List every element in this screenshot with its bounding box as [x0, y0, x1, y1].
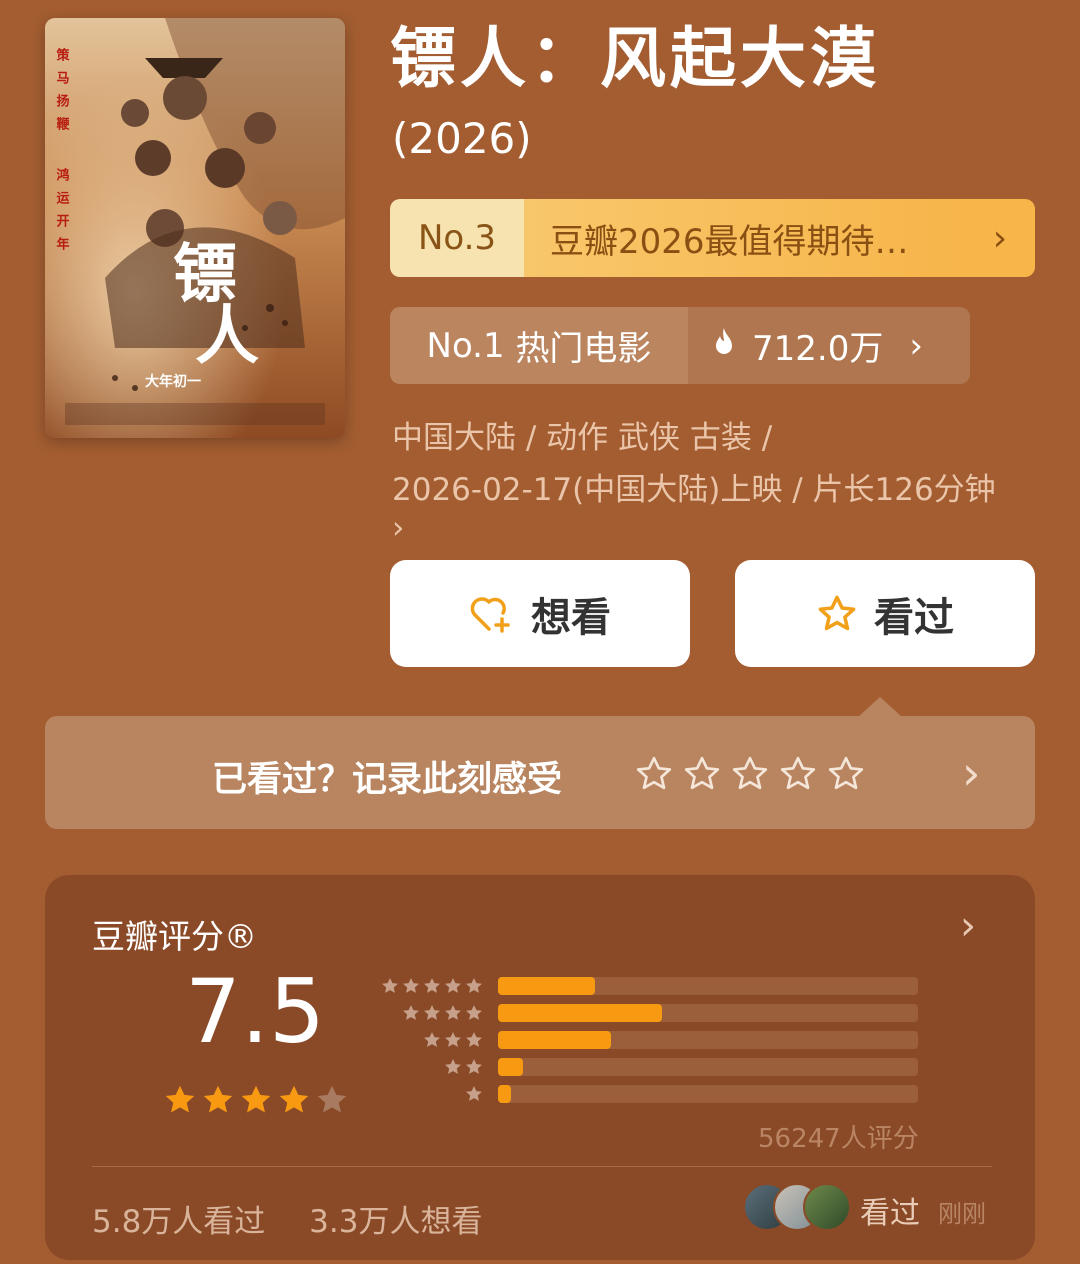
chevron-right-icon: ›: [909, 325, 923, 366]
row-stars: [380, 976, 484, 996]
row-stars: [380, 1057, 484, 1077]
row-stars: [380, 1003, 484, 1023]
star-icon: [466, 1059, 482, 1074]
chevron-right-icon[interactable]: ›: [960, 903, 976, 949]
rating-distribution-row: [380, 976, 918, 996]
chevron-right-icon: ›: [965, 199, 1035, 277]
heart-plus-icon: [470, 596, 510, 633]
avatar: [803, 1183, 851, 1231]
friend-avatars[interactable]: [743, 1183, 851, 1231]
meta-release-line: 2026-02-17(中国大陆)上映 / 片长126分钟: [392, 472, 996, 508]
star-icon: [445, 978, 461, 993]
distribution-bar-fill: [498, 977, 595, 995]
distribution-bar-track: [498, 1058, 918, 1076]
star-icon: [279, 1085, 309, 1113]
distribution-bar-track: [498, 977, 918, 995]
distribution-bar-fill: [498, 1085, 511, 1103]
movie-poster[interactable]: 镖 人 策马扬鞭 鸿运开年 大年初一: [45, 18, 345, 438]
poster-release-tag: 大年初一: [145, 373, 201, 390]
watched-button[interactable]: 看过: [735, 560, 1035, 667]
poster-side-line-1: 策马扬鞭: [54, 47, 70, 140]
distribution-bar-track: [498, 1004, 918, 1022]
distribution-bar-track: [498, 1031, 918, 1049]
audience-stats: 5.8万人看过 3.3万人想看: [92, 1196, 516, 1241]
distribution-bar-fill: [498, 1031, 612, 1049]
rate-prompt-text: 已看过？记录此刻感受: [212, 760, 563, 800]
row-stars: [380, 1084, 484, 1104]
chevron-right-icon[interactable]: ›: [962, 746, 980, 800]
row-stars: [380, 1030, 484, 1050]
watched-count[interactable]: 5.8万人看过: [92, 1204, 265, 1240]
rating-count: 56247人评分: [758, 1124, 919, 1154]
meta-genre-line: 中国大陆 / 动作 武侠 古装 /: [392, 420, 773, 456]
star-outline-icon[interactable]: [634, 754, 674, 794]
star-outline-icon[interactable]: [778, 754, 818, 794]
rating-distribution-row: [380, 1057, 918, 1077]
rating-distribution-row: [380, 1084, 918, 1104]
poster-title-char-2: 人: [195, 299, 259, 374]
star-icon: [466, 1032, 482, 1047]
watched-label: 看过: [874, 594, 954, 641]
distribution-bar-fill: [498, 1004, 662, 1022]
fire-icon: [712, 327, 736, 364]
star-icon: [424, 1005, 440, 1020]
heat-value: 712.0万: [752, 329, 884, 369]
distribution-bar-track: [498, 1085, 918, 1103]
star-outline-icon: [818, 595, 856, 630]
score-title: 豆瓣评分®: [92, 917, 257, 956]
ranking-anticipated-label: 豆瓣2026最值得期待…: [524, 199, 965, 277]
movie-meta[interactable]: 中国大陆 / 动作 武侠 古装 / 2026-02-17(中国大陆)上映 / 片…: [392, 412, 1042, 546]
ranking-popular[interactable]: No.1 热门电影 712.0万 ›: [390, 307, 970, 384]
star-icon: [241, 1085, 271, 1113]
friends-time: 刚刚: [938, 1200, 986, 1228]
star-outline-icon[interactable]: [826, 754, 866, 794]
score-stars: [162, 1082, 350, 1118]
star-icon: [424, 1032, 440, 1047]
ranking-anticipated-number: No.3: [390, 199, 524, 277]
heat-value-block: 712.0万 ›: [688, 307, 970, 384]
ranking-anticipated[interactable]: No.3 豆瓣2026最值得期待… ›: [390, 199, 1035, 277]
want-to-watch-button[interactable]: 想看: [390, 560, 690, 667]
star-outline-icon[interactable]: [682, 754, 722, 794]
movie-year: (2026): [392, 114, 532, 163]
want-to-watch-label: 想看: [531, 594, 611, 641]
star-icon: [424, 978, 440, 993]
divider: [92, 1166, 992, 1167]
star-icon: [445, 1005, 461, 1020]
poster-side-line-2: 鸿运开年: [54, 167, 70, 260]
rate-card-pointer: [858, 697, 902, 717]
want-count[interactable]: 3.3万人想看: [309, 1204, 482, 1240]
star-icon: [403, 978, 419, 993]
star-icon: [165, 1085, 195, 1113]
distribution-bar-fill: [498, 1058, 524, 1076]
score-value: 7.5: [185, 960, 325, 1063]
star-icon: [466, 1005, 482, 1020]
star-outline-icon[interactable]: [730, 754, 770, 794]
movie-title: 镖人：风起大漠: [390, 20, 880, 97]
star-icon: [445, 1032, 461, 1047]
star-icon: [382, 978, 398, 993]
rating-distribution-row: [380, 1003, 918, 1023]
star-icon: [466, 1086, 482, 1101]
star-icon: [466, 978, 482, 993]
chevron-right-icon: ›: [392, 510, 405, 546]
star-icon: [317, 1085, 347, 1113]
ranking-popular-label: No.1 热门电影: [390, 307, 688, 384]
star-icon: [403, 1005, 419, 1020]
ranking-popular-number: No.1: [426, 325, 505, 366]
rate-stars[interactable]: [634, 754, 866, 794]
friends-action: 看过: [860, 1196, 920, 1231]
ranking-popular-text: 热门电影: [515, 329, 652, 369]
star-icon: [203, 1085, 233, 1113]
rating-distribution-row: [380, 1030, 918, 1050]
star-icon: [445, 1059, 461, 1074]
